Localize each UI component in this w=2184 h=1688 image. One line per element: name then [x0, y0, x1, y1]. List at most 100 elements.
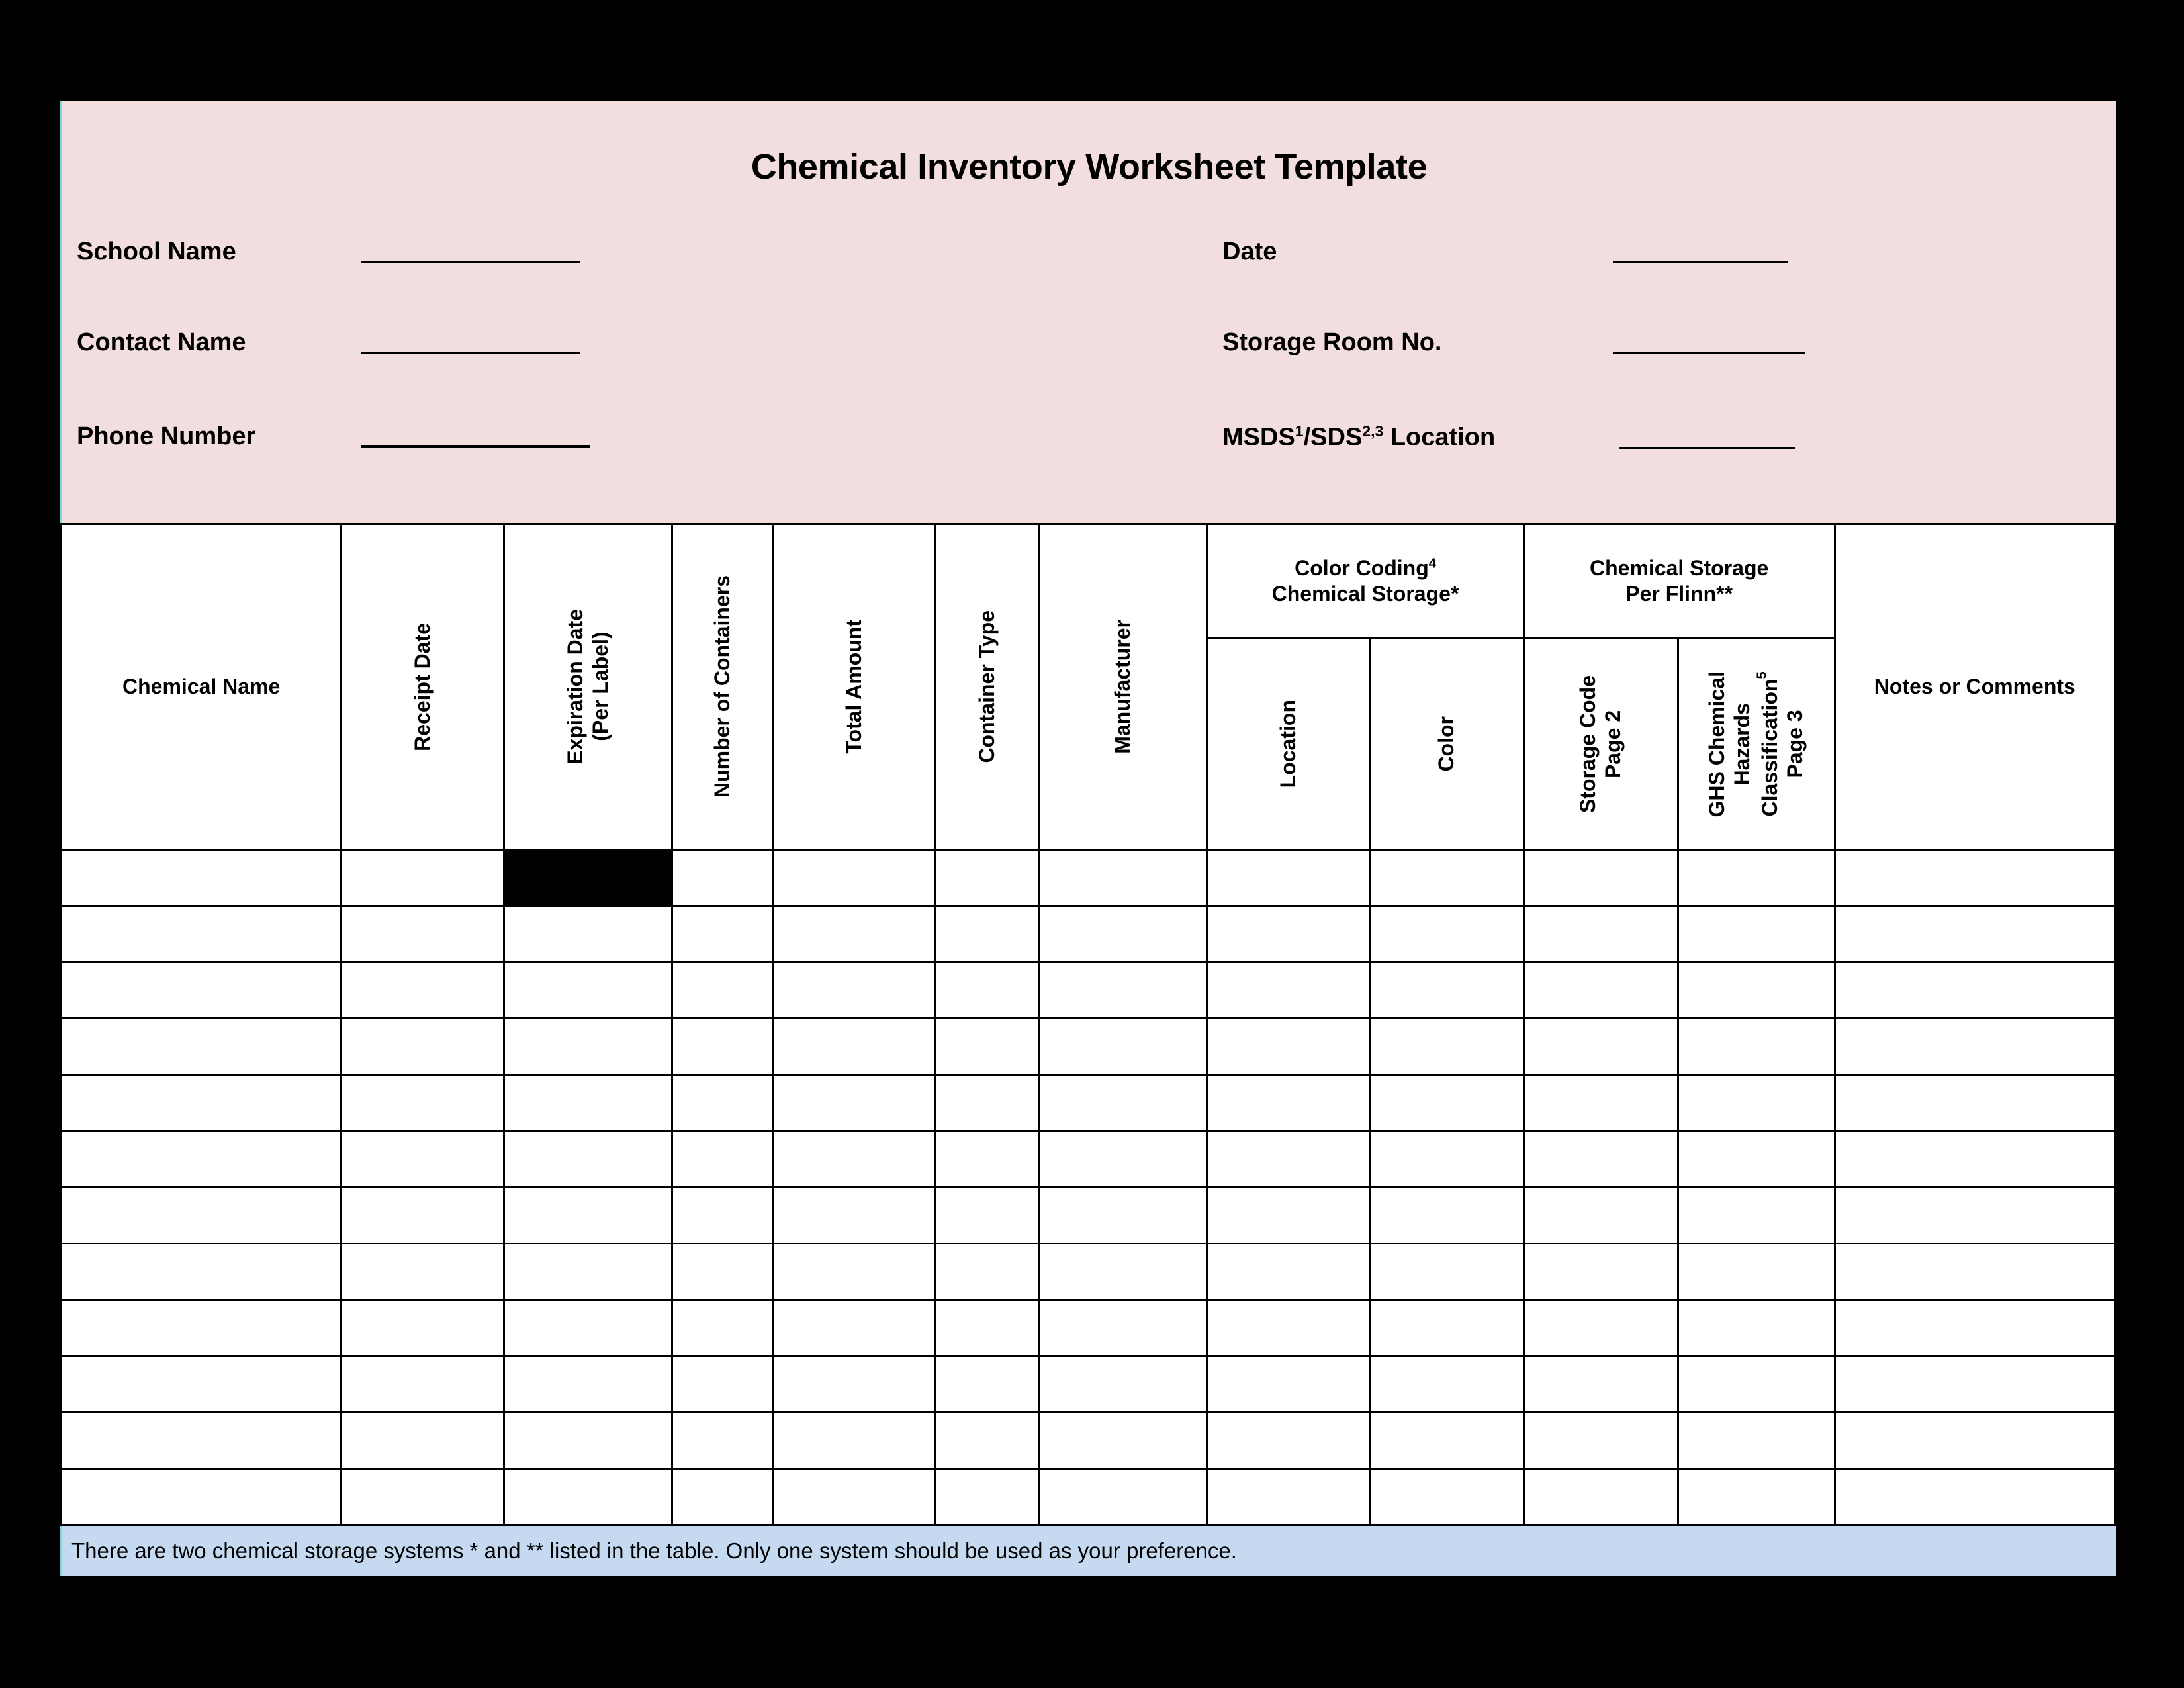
cell-number-of-containers[interactable]	[670, 1074, 774, 1132]
cell-color[interactable]	[1368, 1468, 1525, 1526]
cell-manufacturer[interactable]	[1038, 905, 1208, 963]
cell-number-of-containers[interactable]	[670, 1186, 774, 1244]
cell-manufacturer[interactable]	[1038, 961, 1208, 1019]
cell-total-amount[interactable]	[772, 1355, 936, 1413]
cell-chemical-name[interactable]	[60, 1468, 343, 1526]
cell-container-type[interactable]	[934, 961, 1040, 1019]
cell-storage-code[interactable]	[1522, 1243, 1679, 1301]
cell-notes[interactable]	[1833, 1017, 2116, 1076]
cell-number-of-containers[interactable]	[670, 849, 774, 907]
cell-expiration-date[interactable]	[502, 1074, 673, 1132]
cell-total-amount[interactable]	[772, 1130, 936, 1188]
cell-total-amount[interactable]	[772, 849, 936, 907]
column-header-location[interactable]: Location	[1206, 637, 1371, 851]
column-header-chemical-name[interactable]: Chemical Name	[60, 523, 343, 851]
cell-location[interactable]	[1206, 1186, 1371, 1244]
cell-manufacturer[interactable]	[1038, 1186, 1208, 1244]
cell-receipt-date[interactable]	[340, 1355, 505, 1413]
cell-ghs-hazards[interactable]	[1676, 1130, 1836, 1188]
cell-number-of-containers[interactable]	[670, 961, 774, 1019]
cell-notes[interactable]	[1833, 1243, 2116, 1301]
cell-expiration-date[interactable]	[502, 1468, 673, 1526]
cell-color[interactable]	[1368, 849, 1525, 907]
school-name-input[interactable]	[361, 259, 580, 263]
cell-receipt-date[interactable]	[340, 1299, 505, 1357]
cell-manufacturer[interactable]	[1038, 1074, 1208, 1132]
column-header-storage-code[interactable]: Storage Code Page 2	[1522, 637, 1679, 851]
cell-container-type[interactable]	[934, 1411, 1040, 1470]
cell-ghs-hazards[interactable]	[1676, 1243, 1836, 1301]
cell-expiration-date[interactable]	[502, 1186, 673, 1244]
column-header-expiration-date[interactable]: Expiration Date (Per Label)	[502, 523, 673, 851]
cell-expiration-date[interactable]	[502, 1355, 673, 1413]
cell-location[interactable]	[1206, 1468, 1371, 1526]
cell-number-of-containers[interactable]	[670, 1243, 774, 1301]
cell-chemical-name[interactable]	[60, 1130, 343, 1188]
cell-container-type[interactable]	[934, 1186, 1040, 1244]
cell-ghs-hazards[interactable]	[1676, 1074, 1836, 1132]
cell-container-type[interactable]	[934, 1017, 1040, 1076]
cell-chemical-name[interactable]	[60, 1411, 343, 1470]
msds-sds-location-input[interactable]	[1619, 445, 1795, 449]
cell-storage-code[interactable]	[1522, 849, 1679, 907]
date-input[interactable]	[1613, 259, 1788, 263]
cell-location[interactable]	[1206, 1130, 1371, 1188]
cell-notes[interactable]	[1833, 1468, 2116, 1526]
column-header-notes-or-comments[interactable]: Notes or Comments	[1833, 523, 2116, 851]
cell-storage-code[interactable]	[1522, 1130, 1679, 1188]
cell-color[interactable]	[1368, 1017, 1525, 1076]
cell-location[interactable]	[1206, 1017, 1371, 1076]
cell-receipt-date[interactable]	[340, 1243, 505, 1301]
cell-color[interactable]	[1368, 1299, 1525, 1357]
cell-number-of-containers[interactable]	[670, 1468, 774, 1526]
cell-notes[interactable]	[1833, 849, 2116, 907]
cell-color[interactable]	[1368, 1186, 1525, 1244]
cell-location[interactable]	[1206, 1243, 1371, 1301]
cell-color[interactable]	[1368, 1243, 1525, 1301]
cell-ghs-hazards[interactable]	[1676, 1411, 1836, 1470]
cell-storage-code[interactable]	[1522, 1017, 1679, 1076]
cell-storage-code[interactable]	[1522, 1074, 1679, 1132]
cell-expiration-date[interactable]	[502, 1411, 673, 1470]
cell-total-amount[interactable]	[772, 961, 936, 1019]
cell-manufacturer[interactable]	[1038, 1411, 1208, 1470]
cell-expiration-date[interactable]	[502, 1243, 673, 1301]
cell-notes[interactable]	[1833, 961, 2116, 1019]
cell-color[interactable]	[1368, 1074, 1525, 1132]
cell-color[interactable]	[1368, 1130, 1525, 1188]
cell-notes[interactable]	[1833, 1299, 2116, 1357]
cell-location[interactable]	[1206, 961, 1371, 1019]
cell-ghs-hazards[interactable]	[1676, 1468, 1836, 1526]
cell-receipt-date[interactable]	[340, 1468, 505, 1526]
cell-storage-code[interactable]	[1522, 905, 1679, 963]
cell-expiration-date[interactable]	[502, 1017, 673, 1076]
cell-notes[interactable]	[1833, 1074, 2116, 1132]
cell-location[interactable]	[1206, 1355, 1371, 1413]
cell-ghs-hazards[interactable]	[1676, 1355, 1836, 1413]
cell-location[interactable]	[1206, 1074, 1371, 1132]
column-header-color[interactable]: Color	[1368, 637, 1525, 851]
cell-ghs-hazards[interactable]	[1676, 849, 1836, 907]
cell-total-amount[interactable]	[772, 905, 936, 963]
cell-manufacturer[interactable]	[1038, 1130, 1208, 1188]
cell-total-amount[interactable]	[772, 1186, 936, 1244]
cell-location[interactable]	[1206, 1411, 1371, 1470]
cell-number-of-containers[interactable]	[670, 1411, 774, 1470]
contact-name-input[interactable]	[361, 350, 580, 354]
column-header-total-amount[interactable]: Total Amount	[772, 523, 936, 851]
cell-chemical-name[interactable]	[60, 961, 343, 1019]
cell-color[interactable]	[1368, 961, 1525, 1019]
cell-manufacturer[interactable]	[1038, 1468, 1208, 1526]
cell-expiration-date[interactable]	[502, 849, 673, 907]
cell-chemical-name[interactable]	[60, 1017, 343, 1076]
group-header-color-coding[interactable]: Color Coding4 Chemical Storage*	[1206, 523, 1525, 639]
cell-ghs-hazards[interactable]	[1676, 905, 1836, 963]
cell-container-type[interactable]	[934, 1074, 1040, 1132]
cell-container-type[interactable]	[934, 1130, 1040, 1188]
cell-number-of-containers[interactable]	[670, 1355, 774, 1413]
column-header-manufacturer[interactable]: Manufacturer	[1038, 523, 1208, 851]
cell-storage-code[interactable]	[1522, 961, 1679, 1019]
cell-receipt-date[interactable]	[340, 961, 505, 1019]
cell-container-type[interactable]	[934, 1468, 1040, 1526]
cell-total-amount[interactable]	[772, 1017, 936, 1076]
